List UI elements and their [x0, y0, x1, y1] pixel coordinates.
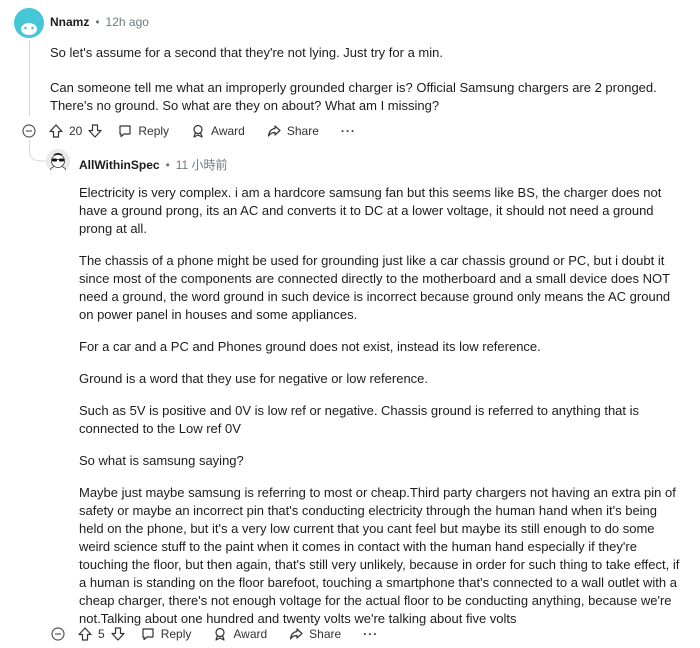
reply-paragraph: Such as 5V is positive and 0V is low ref…	[79, 403, 640, 436]
reply-paragraph: The chassis of a phone might be used for…	[79, 253, 671, 322]
reply-paragraph: Maybe just maybe samsung is referring to…	[79, 485, 680, 626]
username[interactable]: Nnamz	[50, 15, 89, 29]
reply-action-bar: 5 Reply Award Share ···	[51, 625, 378, 643]
collapse-icon[interactable]	[51, 627, 65, 641]
reply-button[interactable]: Reply	[141, 627, 192, 641]
award-icon	[191, 124, 205, 138]
comment-body: So let's assume for a second that they'r…	[50, 44, 690, 115]
reply-body: Electricity is very complex. i am a hard…	[79, 184, 685, 628]
user-avatar-icon	[46, 149, 70, 173]
reply-label: Reply	[160, 627, 192, 641]
timestamp[interactable]: 12h ago	[106, 15, 149, 29]
share-label: Share	[309, 627, 342, 641]
reply-paragraph: For a car and a PC and Phones ground doe…	[79, 339, 541, 354]
award-button[interactable]: Award	[213, 627, 267, 641]
upvote-icon[interactable]	[49, 124, 63, 138]
share-icon	[267, 124, 281, 138]
avatar[interactable]	[46, 149, 70, 173]
separator-dot: •	[165, 158, 170, 172]
collapse-icon[interactable]	[22, 124, 36, 138]
username[interactable]: AllWithinSpec	[79, 158, 160, 172]
snoo-avatar-icon	[14, 8, 44, 38]
comment-icon	[141, 627, 155, 641]
reply-paragraph: Electricity is very complex. i am a hard…	[79, 185, 662, 236]
comment-header: Nnamz • 12h ago	[50, 15, 149, 29]
comment-paragraph: So let's assume for a second that they'r…	[50, 45, 443, 60]
avatar[interactable]	[14, 8, 44, 38]
share-label: Share	[286, 124, 319, 138]
vote-count: 5	[98, 627, 105, 641]
share-button[interactable]: Share	[267, 124, 319, 138]
thread-line[interactable]	[29, 40, 30, 116]
reply-label: Reply	[138, 124, 170, 138]
award-icon	[213, 627, 227, 641]
reply-paragraph: Ground is a word that they use for negat…	[79, 371, 429, 386]
comment-icon	[118, 124, 132, 138]
downvote-icon[interactable]	[88, 124, 102, 138]
share-icon	[289, 627, 303, 641]
award-label: Award	[211, 124, 245, 138]
reply-paragraph: So what is samsung saying?	[79, 453, 244, 468]
share-button[interactable]: Share	[289, 627, 341, 641]
award-label: Award	[233, 627, 268, 641]
comment-action-bar: 20 Reply Award Share ···	[22, 122, 356, 140]
downvote-icon[interactable]	[111, 627, 125, 641]
timestamp[interactable]: 11 小時前	[176, 156, 228, 173]
more-options-icon[interactable]: ···	[341, 124, 356, 138]
vote-count: 20	[69, 124, 83, 138]
comment-paragraph: Can someone tell me what an improperly g…	[50, 80, 657, 113]
award-button[interactable]: Award	[191, 124, 245, 138]
reply-button[interactable]: Reply	[118, 124, 169, 138]
separator-dot: •	[95, 15, 100, 29]
upvote-icon[interactable]	[78, 627, 92, 641]
more-options-icon[interactable]: ···	[363, 627, 378, 641]
reply-header: AllWithinSpec • 11 小時前	[79, 156, 228, 173]
